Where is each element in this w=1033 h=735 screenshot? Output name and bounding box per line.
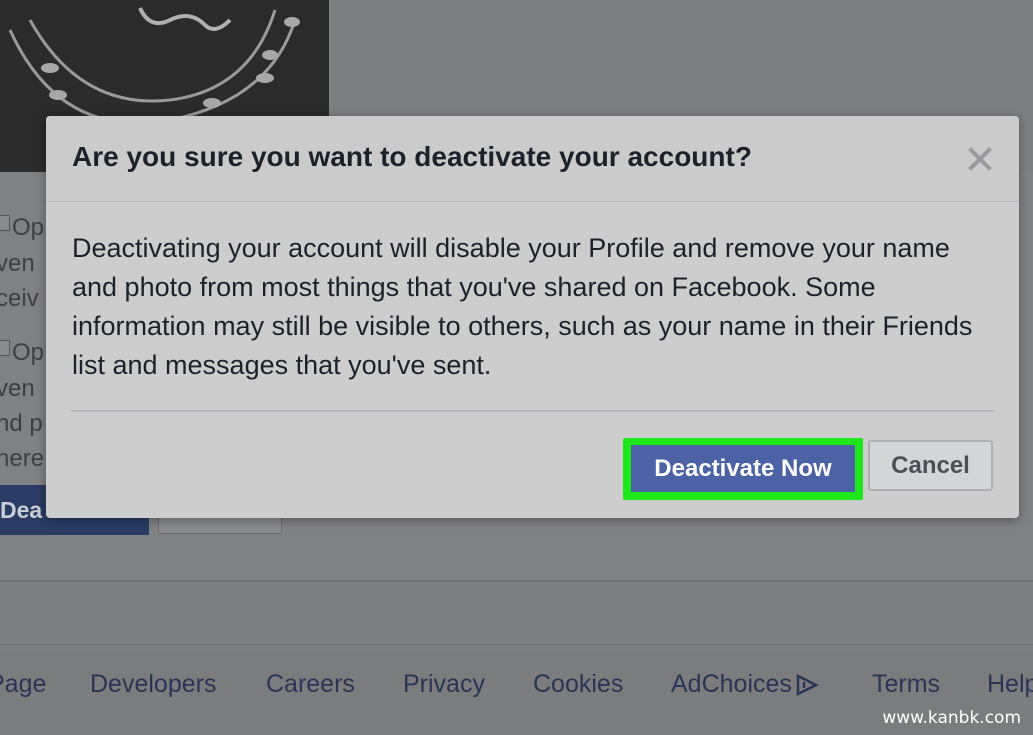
dialog-divider — [71, 410, 994, 412]
option-1-description-2: ceiv — [0, 285, 39, 312]
deactivate-account-dialog: Are you sure you want to deactivate your… — [46, 116, 1019, 518]
option-1-checkbox — [0, 215, 10, 231]
footer-link-cookies[interactable]: Cookies — [533, 670, 623, 699]
divider — [0, 580, 1033, 582]
footer-link-careers[interactable]: Careers — [266, 670, 355, 699]
footer-link-developers[interactable]: Developers — [90, 670, 216, 699]
footer-link-adchoices[interactable]: AdChoices — [671, 670, 820, 699]
background-deactivate-label: Dea — [0, 496, 43, 523]
deactivate-now-button[interactable]: Deactivate Now — [631, 445, 855, 492]
close-icon[interactable] — [967, 146, 993, 172]
option-2-description-3: here — [0, 445, 45, 472]
footer-link-help[interactable]: Help — [987, 670, 1033, 699]
adchoices-icon — [796, 674, 819, 697]
cancel-button[interactable]: Cancel — [868, 440, 993, 491]
option-1-label: Op — [12, 214, 45, 241]
footer-link-page[interactable]: Page — [0, 670, 46, 699]
option-2-description: ven — [0, 375, 35, 402]
option-2-description-2: nd p — [0, 410, 43, 437]
footer-link-terms[interactable]: Terms — [872, 670, 940, 699]
adchoices-label: AdChoices — [671, 670, 792, 698]
footer-divider — [0, 644, 1033, 645]
option-2-checkbox — [0, 340, 10, 356]
dialog-header: Are you sure you want to deactivate your… — [46, 116, 1019, 202]
dialog-title: Are you sure you want to deactivate your… — [72, 141, 752, 172]
option-1-description: ven — [0, 250, 35, 277]
option-2-label: Op — [12, 339, 45, 366]
dialog-message: Deactivating your account will disable y… — [72, 233, 973, 380]
watermark: www.kanbk.com — [882, 708, 1021, 728]
footer-link-privacy[interactable]: Privacy — [403, 670, 485, 699]
